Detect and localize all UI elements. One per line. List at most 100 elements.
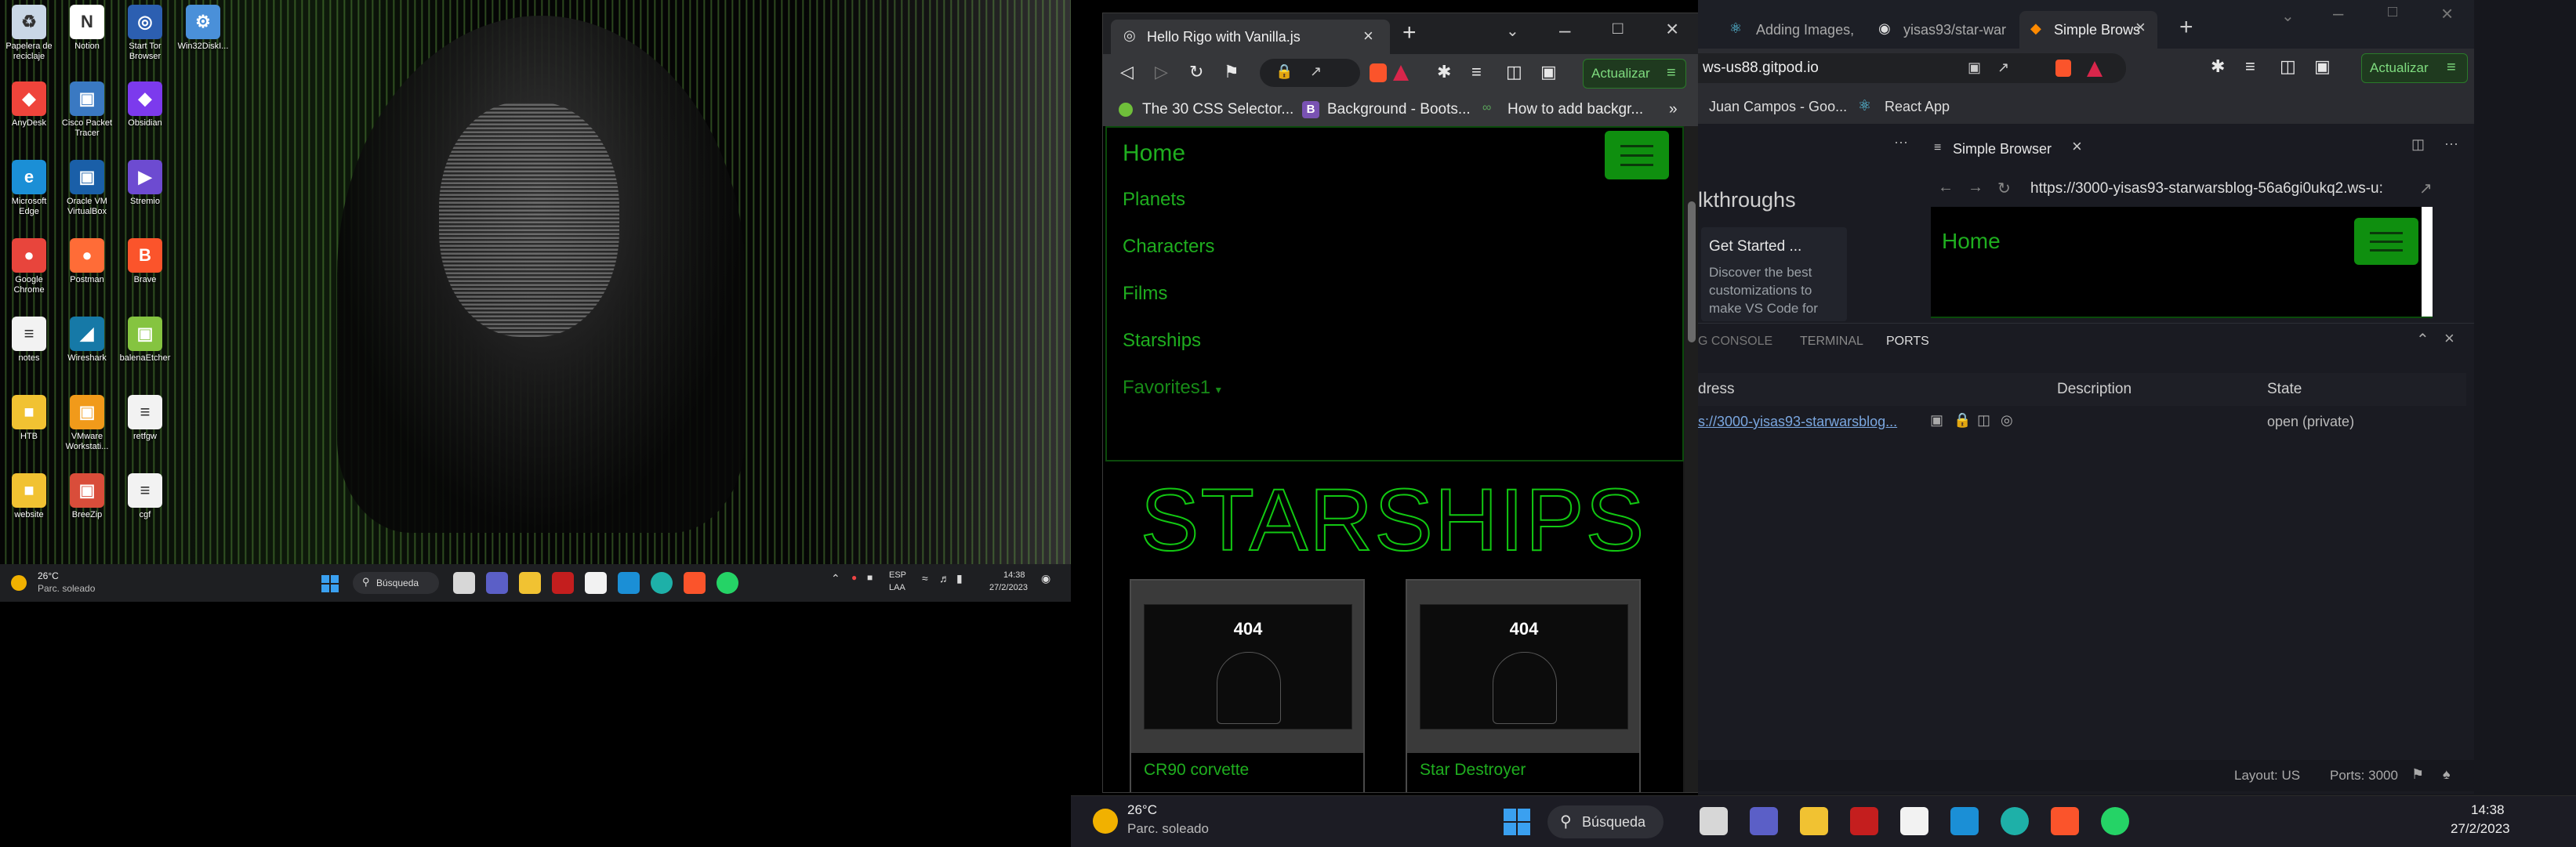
tab-close-icon[interactable]: × [2135,17,2146,38]
desktop-icon[interactable]: ▣ Cisco Packet Tracer [60,81,114,139]
weather-desc[interactable]: Parc. soleado [1127,821,1209,837]
nav-favorites-dropdown[interactable]: Favorites1 ▾ [1123,377,1221,399]
task-view-icon[interactable] [1700,807,1728,835]
share-icon[interactable]: ↗ [1310,63,1322,80]
preview-navbar-toggler[interactable] [2354,218,2418,265]
weather-sun-icon[interactable] [1093,809,1118,834]
mcafee-icon[interactable] [552,572,574,594]
brave-shields-icon[interactable] [1370,63,1387,82]
tab-simple-browser[interactable]: ◆ Simple Brows × [2019,11,2157,49]
wallet-icon[interactable]: ▣ [1540,62,1557,82]
teams-icon[interactable] [1750,807,1778,835]
maximize-icon[interactable]: □ [1613,18,1623,38]
bookmark-juan[interactable]: Juan Campos - Goo... [1709,99,1847,115]
tab-search-icon[interactable]: ⌄ [1506,21,1519,41]
starship-card[interactable]: 404 CR90 corvette [1130,579,1365,792]
panel-tab-ports[interactable]: PORTS [1886,335,1929,349]
port-address-link[interactable]: s://3000-yisas93-starwarsblog... [1698,414,1897,430]
more-actions-icon[interactable]: ⋯ [1894,135,1908,151]
battery-icon[interactable]: ▮ [956,572,963,585]
update-button[interactable]: Actualizar ≡ [2361,53,2468,83]
simple-browser-url[interactable]: https://3000-yisas93-starwarsblog-56a6gi… [2030,180,2383,197]
brave-rewards-icon[interactable] [1393,65,1409,81]
split-editor-icon[interactable]: ◫ [2411,136,2425,153]
store-icon[interactable] [1900,807,1928,835]
panel-tab-terminal[interactable]: TERMINAL [1800,335,1863,349]
preview-home-link[interactable]: Home [1942,229,2001,254]
mcafee-icon[interactable] [1850,807,1878,835]
forward-icon[interactable]: → [1968,179,1983,197]
status-layout[interactable]: Layout: US [2234,768,2300,784]
clock-date[interactable]: 27/2/2023 [2451,821,2510,837]
brave-icon[interactable] [684,572,706,594]
edge-icon[interactable] [2001,807,2029,835]
forward-icon[interactable]: ▷ [1155,62,1168,82]
maximize-icon[interactable]: □ [2388,3,2397,21]
windows-start-icon[interactable] [1504,809,1530,835]
store-icon[interactable] [585,572,607,594]
desktop-icon[interactable]: ◆ Obsidian [118,81,172,128]
notifications-icon[interactable]: ◉ [1041,572,1050,585]
weather-temp[interactable]: 26°C [1127,802,1157,818]
desktop-icon[interactable]: ▣ BreeZip [60,473,114,520]
lang-top[interactable]: ESP [889,570,906,580]
bookmarks-more[interactable]: » [1669,101,1678,118]
teams-icon[interactable] [486,572,508,594]
desktop-icon[interactable]: ▣ Oracle VM VirtualBox [60,160,114,217]
install-app-icon[interactable]: ▣ [1968,60,1981,76]
tray-chevron-icon[interactable]: ⌃ [831,572,840,585]
get-started-card[interactable]: Get Started ... Discover the best custom… [1701,227,1847,321]
ports-table-row[interactable]: s://3000-yisas93-starwarsblog... ▣ 🔒 ◫ ◎… [1698,406,2466,439]
card-title[interactable]: Star Destroyer [1420,761,1526,780]
back-icon[interactable]: ◁ [1120,62,1134,82]
tab-hello-rigo[interactable]: ◎ Hello Rigo with Vanilla.js × [1111,20,1390,54]
edge-icon[interactable] [651,572,673,594]
nav-characters[interactable]: Characters [1123,236,1214,258]
panel-tab-debug-console[interactable]: G CONSOLE [1698,335,1772,349]
nav-planets[interactable]: Planets [1123,189,1185,211]
clock-time[interactable]: 14:38 [1003,570,1025,580]
starship-card[interactable]: 404 Star Destroyer [1406,579,1641,792]
task-view-icon[interactable] [453,572,475,594]
reload-icon[interactable]: ↻ [1189,62,1203,82]
desktop-icon[interactable]: ● Postman [60,238,114,285]
clock-date[interactable]: 27/2/2023 [989,583,1028,592]
tray-app-icon[interactable]: ● [851,572,857,583]
scrollbar-thumb[interactable] [1688,201,1696,342]
sidebar-icon[interactable]: ◫ [2280,56,2296,77]
desktop-icon[interactable]: ■ website [2,473,56,520]
tray-app2-icon[interactable]: ■ [867,572,873,583]
minimize-icon[interactable]: – [2333,3,2343,25]
desktop-icon[interactable]: ≡ notes [2,317,56,364]
playlist-icon[interactable]: ≡ [1471,62,1482,82]
extensions-icon[interactable]: ✱ [1437,62,1451,82]
file-explorer-icon[interactable] [1800,807,1828,835]
weather-sun-icon[interactable] [11,575,27,591]
update-button[interactable]: Actualizar ≡ [1583,59,1686,89]
navbar-toggler[interactable] [1605,131,1669,179]
weather-temp[interactable]: 26°C [38,570,59,581]
desktop-icon[interactable]: ◆ AnyDesk [2,81,56,128]
simple-browser-editor-tab[interactable]: ≡ Simple Browser × [1931,132,2088,166]
taskbar-search[interactable]: ⚲ Búsqueda [1547,805,1664,838]
bookmark-react-app[interactable]: React App [1885,99,1950,115]
bookmark-icon[interactable]: ⚑ [1224,62,1239,82]
gitpod-address-bar[interactable]: ws-us88.gitpod.io ▣ ↗ [1698,53,2126,83]
copy-icon[interactable]: ▣ [1930,412,1943,429]
whatsapp-icon[interactable] [717,572,738,594]
notifications-bell-icon[interactable]: ♠ [2443,766,2451,783]
more-actions-icon[interactable]: ⋯ [2444,136,2458,153]
desktop-icon[interactable]: ≡ retfgw [118,395,172,442]
lock-icon[interactable]: 🔒 [1954,412,1971,429]
status-ports[interactable]: Ports: 3000 [2330,768,2398,784]
desktop-icon[interactable]: ▣ VMware Workstati... [60,395,114,452]
lang-bottom[interactable]: LAA [889,583,905,592]
preview-scrollbar[interactable] [2422,207,2433,317]
desktop-icon[interactable]: ♻ Papelera de reciclaje [2,5,56,62]
help-icon[interactable] [618,572,640,594]
weather-desc[interactable]: Parc. soleado [38,583,95,594]
desktop-icon[interactable]: ■ HTB [2,395,56,442]
share-icon[interactable]: ↗ [1997,60,2009,76]
volume-icon[interactable]: ♬ [939,572,950,585]
wifi-icon[interactable]: ≈ [922,572,928,585]
